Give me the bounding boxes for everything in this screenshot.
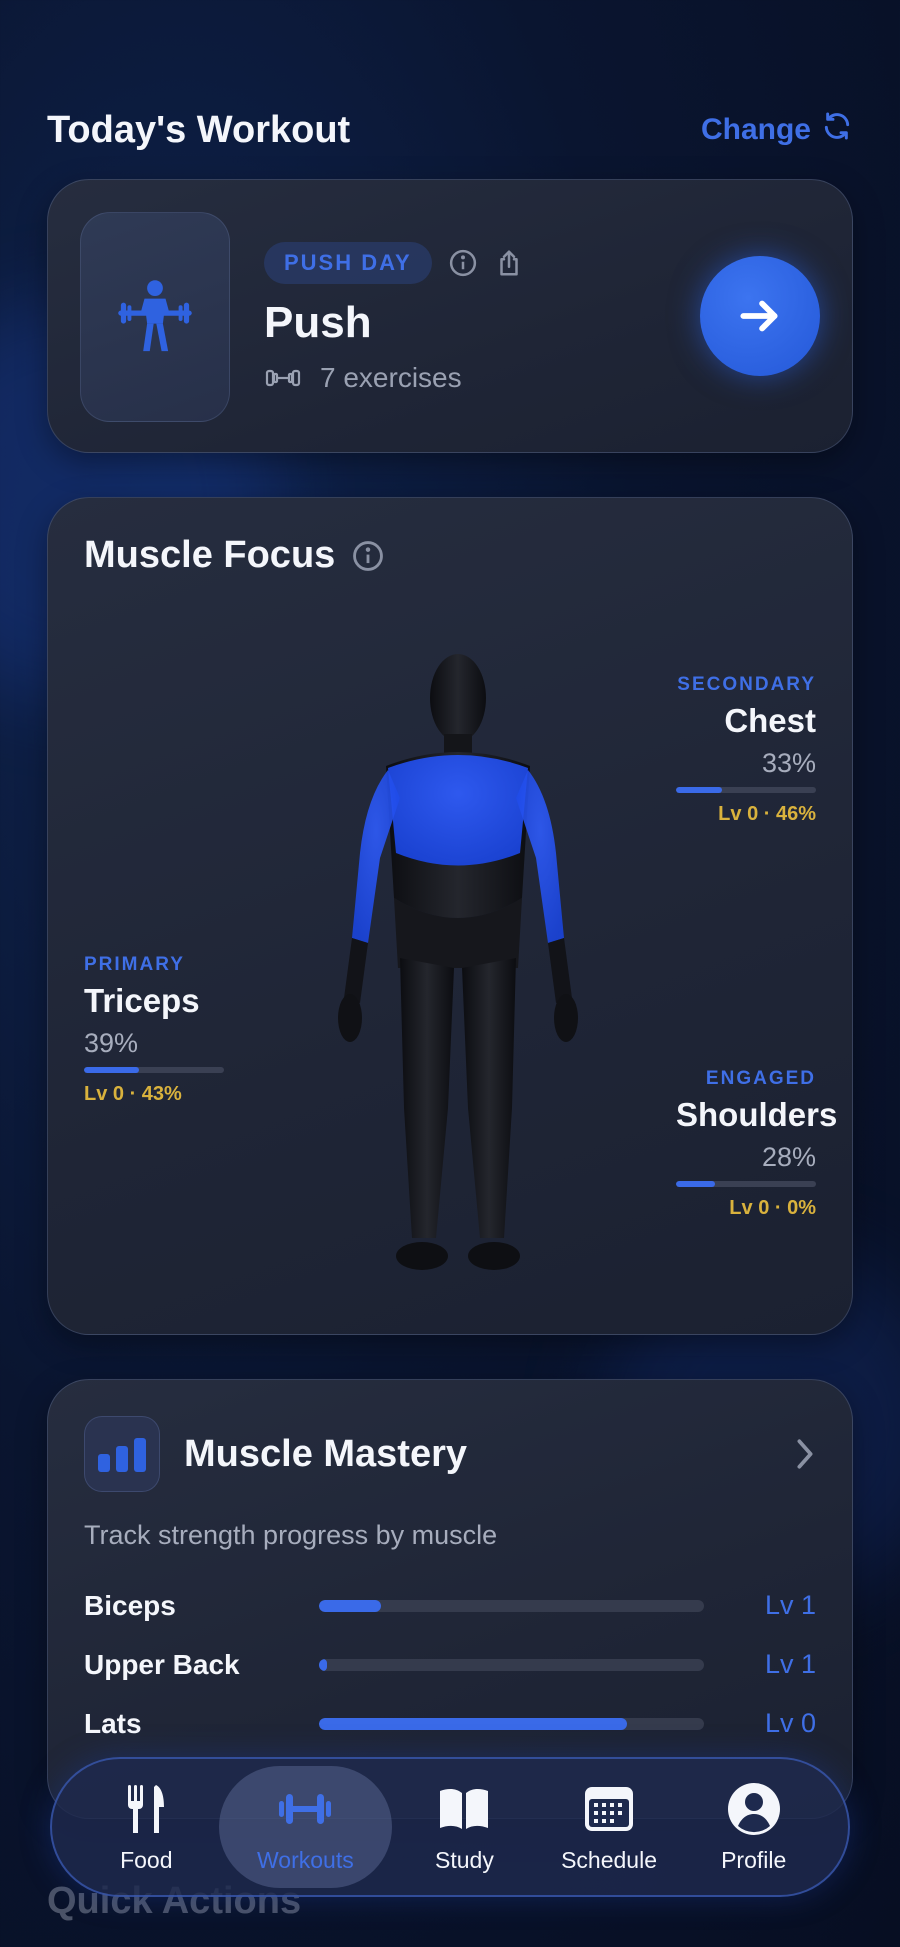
share-icon[interactable]: [494, 248, 524, 278]
workout-type-tag: PUSH DAY: [264, 242, 432, 284]
nav-item-workouts[interactable]: Workouts: [218, 1766, 393, 1888]
chevron-right-icon[interactable]: [794, 1437, 816, 1471]
muscle-focus-header: Muscle Focus: [84, 534, 385, 577]
fork-knife-icon: [128, 1784, 165, 1833]
mastery-progress-bar: [319, 1717, 704, 1730]
todays-workout-card[interactable]: PUSH DAY Push 7 exercises: [47, 179, 853, 453]
calendar-icon: [585, 1786, 634, 1831]
mastery-muscle-name: Biceps: [84, 1589, 176, 1621]
muscle-progress-bar: [676, 787, 816, 793]
nav-label: Profile: [721, 1846, 787, 1873]
weightlifter-icon: [118, 280, 192, 352]
nav-label: Schedule: [561, 1846, 658, 1873]
muscle-focus-title: Muscle Focus: [84, 534, 336, 576]
muscle-name: Triceps: [84, 982, 200, 1019]
mastery-muscle-name: Upper Back: [84, 1648, 240, 1680]
mastery-level: Lv 0: [764, 1708, 816, 1738]
info-icon[interactable]: [351, 539, 385, 573]
mastery-row-upper-back[interactable]: Upper Back Lv 1: [84, 1635, 816, 1694]
bottom-nav-bar: Food Workouts Study Schedule Profile: [50, 1757, 850, 1897]
exercise-count: 7 exercises: [320, 362, 462, 393]
dumbbell-icon: [279, 1793, 332, 1824]
muscle-mastery-header[interactable]: Muscle Mastery: [84, 1416, 816, 1492]
muscle-role: PRIMARY: [84, 954, 185, 975]
nav-label: Workouts: [257, 1846, 354, 1873]
page-title: Today's Workout: [47, 108, 351, 151]
header: Today's Workout Change: [47, 100, 853, 160]
change-button[interactable]: Change: [701, 110, 853, 150]
muscle-role: SECONDARY: [677, 674, 816, 695]
workout-name: Push: [264, 298, 372, 347]
body-model-figure: [338, 654, 578, 1270]
muscle-focus-card: Muscle Focus SECONDARY Chest 33% Lv 0 · …: [47, 497, 853, 1335]
muscle-percent: 28%: [761, 1142, 816, 1172]
muscle-stat-triceps: PRIMARY Triceps 39% Lv 0 · 43%: [84, 954, 224, 1106]
muscle-percent: 39%: [84, 1028, 139, 1058]
mastery-list: Biceps Lv 1 Upper Back Lv 1 Lats Lv 0: [84, 1576, 816, 1753]
muscle-role: ENGAGED: [705, 1068, 816, 1089]
workout-info: PUSH DAY Push 7 exercises: [264, 242, 524, 394]
muscle-name: Chest: [724, 702, 816, 739]
nav-label: Study: [435, 1846, 494, 1873]
muscle-percent: 33%: [761, 748, 816, 778]
muscle-level: Lv 0 · 46%: [718, 803, 816, 825]
dumbbell-small-icon: [265, 369, 301, 387]
muscle-mastery-title: Muscle Mastery: [184, 1432, 468, 1475]
muscle-mastery-card[interactable]: Muscle Mastery Track strength progress b…: [47, 1379, 853, 1819]
muscle-progress-bar: [676, 1181, 816, 1187]
mastery-progress-bar: [319, 1599, 704, 1612]
muscle-mastery-subtitle: Track strength progress by muscle: [84, 1520, 498, 1550]
mastery-progress-bar: [319, 1658, 704, 1671]
muscle-level: Lv 0 · 43%: [84, 1083, 182, 1105]
mastery-level: Lv 1: [764, 1649, 816, 1679]
change-label: Change: [700, 113, 811, 146]
muscle-progress-bar: [84, 1067, 224, 1073]
mastery-row-lats[interactable]: Lats Lv 0: [84, 1694, 816, 1753]
nav-item-food[interactable]: Food: [74, 1766, 219, 1888]
nav-item-schedule[interactable]: Schedule: [537, 1766, 682, 1888]
muscle-stat-shoulders: ENGAGED Shoulders 28% Lv 0 · 0%: [676, 1068, 838, 1220]
arrow-right-icon: [740, 300, 778, 332]
workout-thumbnail: [80, 212, 230, 422]
nav-item-study[interactable]: Study: [392, 1766, 537, 1888]
start-workout-button[interactable]: [700, 256, 820, 376]
muscle-stat-chest: SECONDARY Chest 33% Lv 0 · 46%: [676, 674, 816, 826]
mastery-level: Lv 1: [764, 1590, 816, 1620]
book-icon: [440, 1788, 489, 1829]
muscle-level: Lv 0 · 0%: [729, 1197, 816, 1219]
mastery-row-biceps[interactable]: Biceps Lv 1: [84, 1576, 816, 1635]
muscle-name: Shoulders: [676, 1096, 838, 1133]
nav-label: Food: [120, 1846, 173, 1873]
refresh-icon: [821, 110, 853, 150]
nav-item-profile[interactable]: Profile: [681, 1766, 826, 1888]
mastery-muscle-name: Lats: [84, 1707, 142, 1739]
person-icon: [727, 1782, 780, 1835]
info-icon[interactable]: [448, 248, 478, 278]
bar-chart-icon: [84, 1416, 160, 1492]
